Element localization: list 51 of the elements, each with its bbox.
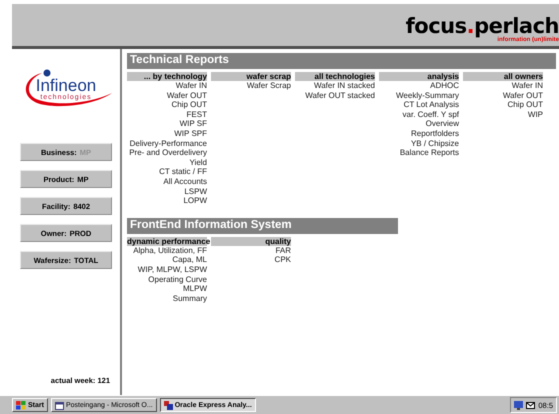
report-link[interactable]: CPK — [274, 255, 291, 265]
report-link[interactable]: Wafer OUT — [502, 90, 543, 100]
report-link[interactable]: FEST — [186, 110, 207, 120]
report-link[interactable]: Alpha, Utilization, FF — [133, 246, 207, 256]
report-link[interactable]: WIP SPF — [174, 128, 207, 139]
mail-icon — [526, 402, 536, 408]
section-title: Technical Reports — [127, 53, 556, 69]
report-link[interactable]: Chip OUT — [507, 100, 543, 110]
report-link[interactable]: CT static / FF — [159, 167, 207, 177]
report-link[interactable]: Summary — [172, 294, 207, 304]
report-link[interactable]: LOPW — [183, 196, 207, 206]
report-link[interactable]: LSPW — [184, 186, 207, 196]
window-icon — [54, 400, 64, 410]
report-link[interactable]: Wafer IN stacked — [314, 81, 375, 91]
report-link[interactable]: MLPW — [183, 284, 207, 294]
network-icon — [514, 400, 524, 410]
windows-flag-icon — [16, 400, 26, 410]
report-link[interactable]: var. Coeff. Y spf — [402, 110, 459, 120]
report-link[interactable]: WIP — [528, 110, 543, 120]
report-link[interactable]: Delivery-Performance — [130, 138, 207, 148]
column-heading: analysis — [379, 72, 459, 81]
report-link[interactable]: WIP, MLPW, LSPW — [138, 264, 207, 274]
report-link[interactable]: YB / Chipsize — [410, 138, 459, 148]
report-link[interactable]: Wafer Scrap — [246, 81, 291, 91]
section-title: FrontEnd Information System — [127, 218, 398, 234]
report-link[interactable]: Chip OUT — [171, 100, 207, 110]
report-link[interactable]: Capa, ML — [172, 255, 207, 265]
report-link[interactable]: FAR — [275, 246, 291, 256]
column-heading: ... by technology — [127, 72, 207, 81]
report-link[interactable]: Wafer IN — [512, 81, 543, 91]
report-link[interactable]: WIP SF — [180, 119, 207, 129]
column-heading: all owners — [463, 72, 543, 81]
column-heading: quality — [211, 236, 291, 246]
report-link[interactable]: Wafer OUT stacked — [305, 90, 375, 100]
logo-name: Infineon — [36, 77, 96, 94]
report-link[interactable]: Pre- and Overdelivery — [129, 148, 207, 158]
column-heading: wafer scrap — [211, 72, 291, 81]
report-link[interactable]: Wafer OUT — [166, 90, 207, 100]
brand-title: focus.perlach — [406, 15, 559, 37]
report-link[interactable]: CT Lot Analysis — [404, 100, 459, 110]
report-link[interactable]: Weekly-Summary — [396, 90, 459, 100]
report-link[interactable]: All Accounts — [163, 176, 207, 187]
report-link[interactable]: Wafer IN — [176, 81, 207, 91]
report-link[interactable]: Overview — [426, 119, 459, 129]
window-icon — [164, 400, 173, 410]
report-link[interactable]: Yield — [190, 158, 207, 168]
report-link[interactable]: Operating Curve — [148, 274, 207, 284]
report-link[interactable]: ADHOC — [430, 81, 459, 91]
report-link[interactable]: Reportfolders — [410, 128, 459, 139]
column-heading: all technologies — [295, 72, 375, 81]
report-link[interactable]: Balance Reports — [400, 148, 459, 158]
